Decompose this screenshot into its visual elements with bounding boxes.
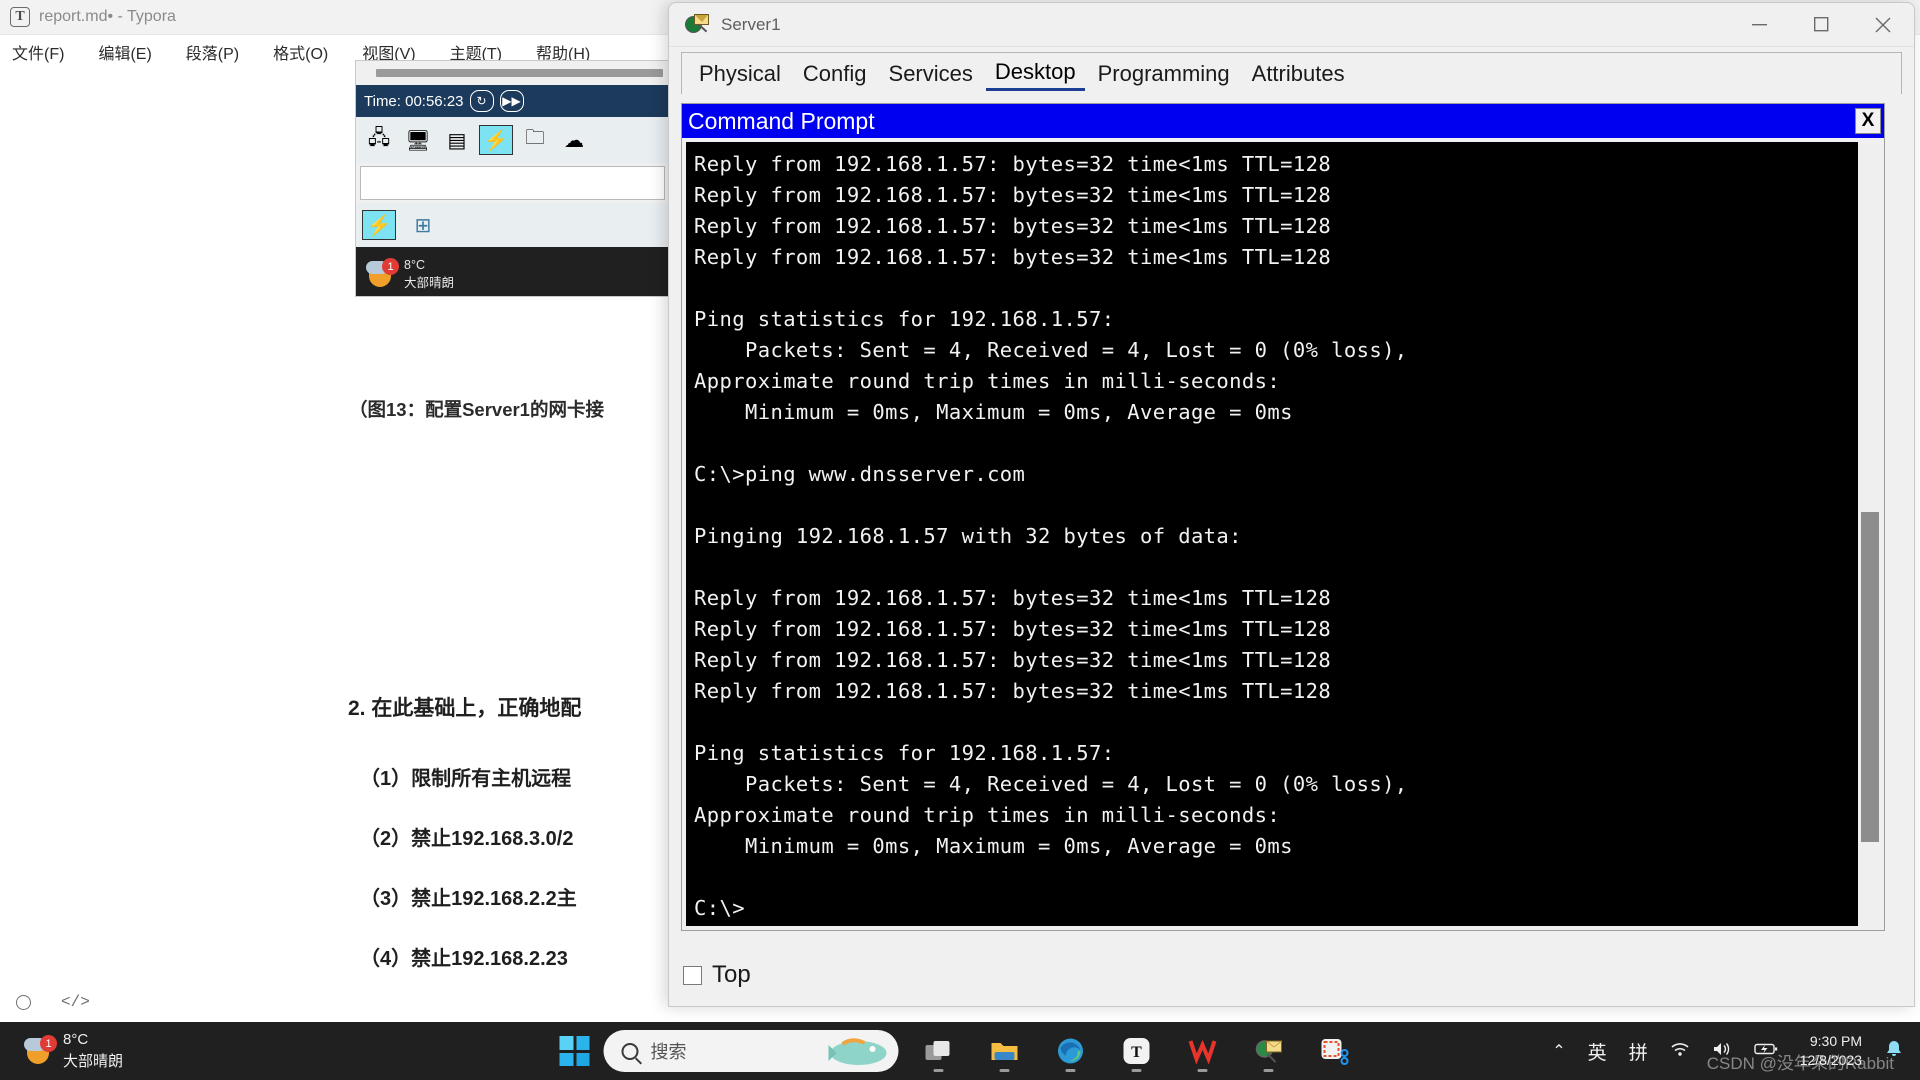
svg-text:T: T [1131, 1044, 1142, 1061]
cloud-icon[interactable]: ☁ [557, 125, 591, 155]
server1-window-title: Server1 [721, 14, 781, 34]
battery-icon[interactable] [1754, 1042, 1778, 1061]
edge-icon[interactable] [1045, 1028, 1097, 1074]
bell-icon[interactable] [1884, 1039, 1904, 1064]
folder-icon[interactable]: 🗀 [518, 125, 552, 155]
typora-logo-icon: T [10, 7, 30, 27]
top-checkbox-row[interactable]: Top [683, 961, 751, 989]
weather-text: 8°C 大部晴朗 [404, 256, 454, 292]
windows-logo-icon[interactable] [559, 1036, 590, 1066]
packet-tracer-window: Time: 00:56:23 ↻ ▶▶ 🖧 🖥 ▤ ⚡ 🗀 ☁ ⚡ ⊞ 1 8°… [355, 60, 670, 297]
document-heading: 2. 在此基础上，正确地配 [348, 697, 582, 720]
maximize-icon[interactable] [1790, 3, 1852, 47]
wps-icon[interactable] [1177, 1028, 1229, 1074]
tab-attributes[interactable]: Attributes [1243, 58, 1354, 90]
window-controls [1728, 3, 1914, 47]
weather-desc: 大部晴朗 [404, 276, 455, 290]
tab-config[interactable]: Config [794, 58, 876, 90]
wifi-icon[interactable] [1670, 1041, 1690, 1062]
switch-board-icon[interactable]: ▤ [440, 125, 474, 155]
search-icon [621, 1042, 639, 1060]
pt-device-panel [360, 166, 665, 200]
pt-time-bar: Time: 00:56:23 ↻ ▶▶ [356, 85, 669, 117]
pt-scroll-thumb[interactable] [376, 69, 663, 77]
search-input[interactable]: 搜索 [603, 1030, 899, 1072]
command-prompt-panel: Command Prompt X Reply from 192.168.1.57… [681, 103, 1885, 931]
lightning-icon[interactable]: ⚡ [479, 125, 513, 155]
list-item: （1）限制所有主机远程 [360, 768, 572, 790]
taskbar-center-group: 搜索 T [559, 1028, 1361, 1074]
pt-toolbar: 🖧 🖥 ▤ ⚡ 🗀 ☁ [356, 117, 669, 163]
menu-edit[interactable]: 编辑(E) [94, 38, 155, 66]
packet-tracer-device-icon [685, 13, 709, 36]
search-placeholder: 搜索 [650, 1042, 687, 1062]
top-checkbox[interactable] [683, 965, 702, 985]
taskbar-clock[interactable]: 9:30 PM 12/8/2023 [1800, 1032, 1862, 1070]
ime-language-indicator[interactable]: 英 [1588, 1038, 1607, 1065]
tab-desktop[interactable]: Desktop [985, 56, 1085, 91]
server1-window: Server1 Physical Config Services Desktop… [668, 2, 1915, 1007]
router-icon[interactable]: 🖧 [362, 125, 396, 155]
list-item: （2）禁止192.168.3.0/2 [360, 828, 574, 850]
pc-icon[interactable]: 🖥 [401, 125, 435, 155]
fast-forward-icon[interactable]: ▶▶ [499, 90, 524, 112]
grid-icon[interactable]: ⊞ [406, 210, 440, 240]
packet-tracer-icon[interactable] [1243, 1028, 1295, 1074]
pt-horizontal-scrollbar[interactable] [356, 61, 669, 85]
command-prompt-close-button[interactable]: X [1855, 108, 1881, 134]
lightning-icon[interactable]: ⚡ [362, 210, 396, 240]
tab-physical[interactable]: Physical [690, 58, 790, 90]
menu-paragraph[interactable]: 段落(P) [182, 38, 243, 66]
server1-titlebar[interactable]: Server1 [669, 3, 1914, 47]
weather-badge: 1 [382, 258, 399, 275]
menu-format[interactable]: 格式(O) [269, 38, 332, 66]
terminal-output[interactable]: Reply from 192.168.1.57: bytes=32 time<1… [686, 142, 1858, 926]
ime-mode-indicator[interactable]: 拼 [1629, 1038, 1648, 1065]
server1-tabbar: Physical Config Services Desktop Program… [681, 52, 1902, 94]
list-item: （4）禁止192.168.2.23 [360, 948, 568, 970]
weather-sun-cloud-icon: 1 [24, 1035, 57, 1064]
figure-caption: （图13：配置Server1的网卡接 [349, 399, 604, 420]
pt-toolbar-secondary: ⚡ ⊞ [356, 203, 669, 247]
weather-temp: 8°C [404, 257, 425, 272]
windows-taskbar: 1 8°C 大部晴朗 搜索 T ⌃ 英 拼 9:30 PM 12/8/2023 … [0, 1022, 1920, 1080]
close-icon[interactable] [1852, 3, 1914, 47]
outline-toggle-icon[interactable] [16, 994, 31, 1010]
minimize-icon[interactable] [1728, 3, 1790, 47]
weather-sun-cloud-icon: 1 [366, 258, 399, 287]
system-tray: ⌃ 英 拼 9:30 PM 12/8/2023 [1552, 1032, 1920, 1070]
pt-weather-widget: 1 8°C 大部晴朗 [356, 247, 669, 296]
chevron-up-icon[interactable]: ⌃ [1552, 1041, 1565, 1061]
command-prompt-titlebar: Command Prompt X [682, 104, 1884, 138]
typora-window-title: report.md• - Typora [39, 8, 176, 25]
snipping-tool-icon[interactable] [1309, 1028, 1361, 1074]
tab-services[interactable]: Services [880, 58, 982, 90]
command-prompt-body: Reply from 192.168.1.57: bytes=32 time<1… [686, 142, 1880, 926]
terminal-scroll-thumb[interactable] [1861, 512, 1879, 842]
weather-desc: 大部晴朗 [63, 1053, 124, 1070]
taskbar-weather-widget[interactable]: 1 8°C 大部晴朗 [24, 1029, 123, 1074]
weather-temp: 8°C [63, 1030, 89, 1048]
search-decoration-icon [828, 1038, 887, 1065]
terminal-scrollbar[interactable] [1858, 142, 1880, 926]
tab-programming[interactable]: Programming [1089, 58, 1239, 90]
task-view-icon[interactable] [913, 1028, 965, 1074]
top-checkbox-label: Top [712, 961, 751, 988]
typora-icon[interactable]: T [1111, 1028, 1163, 1074]
realtime-icon[interactable]: ↻ [469, 90, 494, 112]
file-explorer-icon[interactable] [979, 1028, 1031, 1074]
clock-date: 12/8/2023 [1799, 1052, 1862, 1068]
speaker-icon[interactable] [1712, 1041, 1732, 1062]
source-code-mode-icon[interactable]: </> [61, 993, 90, 1011]
weather-badge: 1 [40, 1035, 57, 1052]
weather-text: 8°C 大部晴朗 [63, 1029, 123, 1074]
pt-time-label: Time: 00:56:23 [364, 92, 464, 110]
clock-time: 9:30 PM [1809, 1033, 1862, 1050]
list-item: （3）禁止192.168.2.2主 [360, 888, 577, 910]
menu-file[interactable]: 文件(F) [8, 38, 68, 66]
command-prompt-title: Command Prompt [688, 107, 875, 134]
